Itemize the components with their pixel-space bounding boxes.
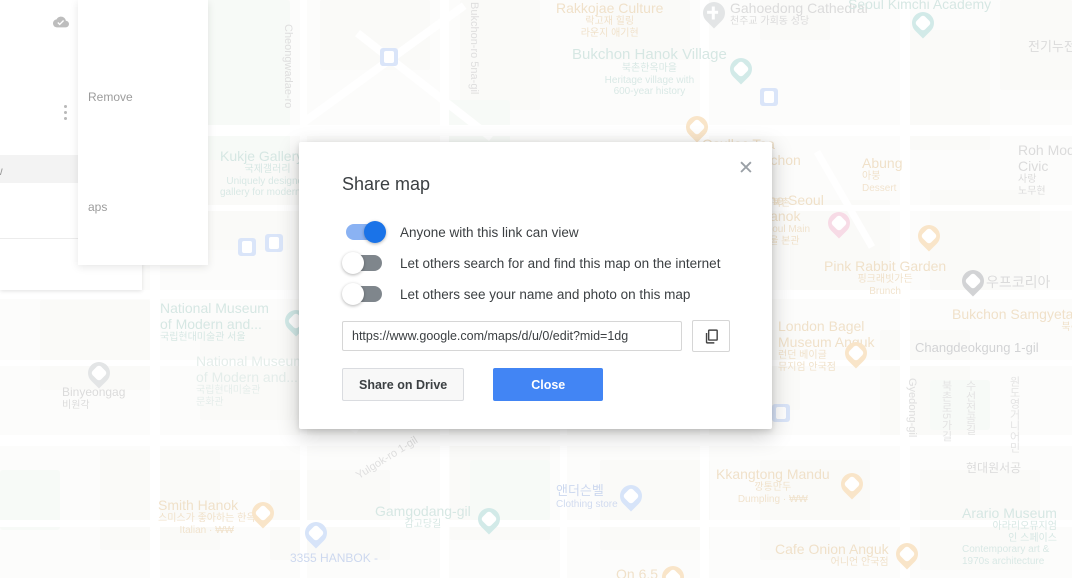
sidebar-item-label-1[interactable]: aps: [88, 200, 107, 214]
cloud-done-icon: [53, 16, 69, 28]
road-label-korean-vertical-1: 북촌로5가길: [940, 380, 952, 442]
toggle-show-name-photo[interactable]: [342, 283, 386, 305]
copy-link-button[interactable]: [692, 320, 730, 352]
road-label-korean-vertical-2: 수선전골길: [964, 380, 976, 435]
share-toggle-row-show-name-photo[interactable]: Let others see your name and photo on th…: [342, 282, 690, 306]
dialog-title: Share map: [342, 174, 431, 194]
transit-icon-2[interactable]: [265, 234, 283, 252]
sidebar-item-label-0: w: [0, 164, 3, 178]
toggle-label-search-discoverable: Let others search for and find this map …: [400, 255, 721, 271]
menu-item-remove[interactable]: Remove: [88, 90, 133, 104]
share-link-input[interactable]: [342, 321, 682, 351]
share-toggle-row-anyone-with-link[interactable]: Anyone with this link can view: [342, 220, 579, 244]
road-label-gyedong-gil: Gyedong-gil: [906, 378, 918, 438]
sidebar-context-menu: Remove aps: [78, 0, 208, 265]
dialog-action-row: Share on Drive Close: [342, 368, 604, 401]
road-label-cheongwadae-ro: Cheongwadae-ro: [282, 24, 294, 109]
bus-stop-icon[interactable]: [760, 88, 778, 106]
share-map-dialog: ✕ Share map Anyone with this link can vi…: [299, 142, 772, 429]
more-vert-icon[interactable]: [64, 105, 68, 123]
copy-icon: [705, 328, 718, 344]
toggle-label-anyone-with-link: Anyone with this link can view: [400, 224, 579, 240]
close-icon[interactable]: ✕: [732, 154, 760, 182]
road-label-bukchon-ro-5na-gil: Bukchon-ro 5na-gil: [468, 2, 480, 95]
share-link-row: [342, 320, 730, 352]
share-toggle-row-search-discoverable[interactable]: Let others search for and find this map …: [342, 251, 720, 275]
share-on-drive-button[interactable]: Share on Drive: [342, 368, 465, 401]
transit-icon-4[interactable]: [772, 404, 790, 422]
toggle-search-discoverable[interactable]: [342, 252, 386, 274]
transit-icon-3[interactable]: [238, 238, 256, 256]
toggle-label-show-name-photo: Let others see your name and photo on th…: [400, 286, 691, 302]
toggle-anyone-with-link[interactable]: [342, 221, 386, 243]
close-button[interactable]: Close: [493, 368, 604, 401]
app-screen: Rakkojae Culture 락고재 힐링 라운지 애기현 Gahoedon…: [0, 0, 1072, 578]
road-label-korean-vertical-3: 원도영거니어민: [1008, 376, 1020, 453]
transit-icon-1[interactable]: [380, 48, 398, 66]
